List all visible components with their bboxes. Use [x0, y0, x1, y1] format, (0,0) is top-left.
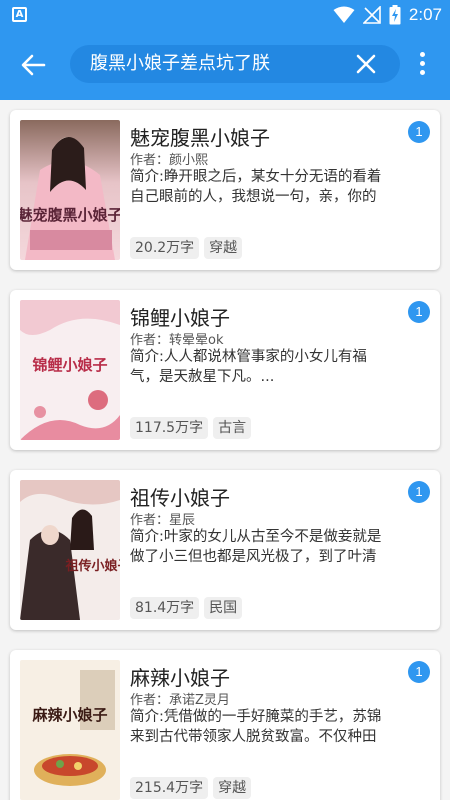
update-badge: 1	[408, 301, 430, 323]
book-author: 作者：颜小熙	[130, 153, 209, 168]
cover-title: 魅宠腹黑小娘子	[20, 206, 120, 224]
book-card[interactable]: 魅宠腹黑小娘子 魅宠腹黑小娘子 作者：颜小熙 简介:睁开眼之后，某女十分无语的看…	[10, 110, 440, 270]
tag-row: 81.4万字 民国	[130, 597, 247, 619]
search-input[interactable]: 腹黑小娘子差点坑了朕	[90, 45, 270, 83]
book-intro: 简介:睁开眼之后，某女十分无语的看着自己眼前的人，我想说一句，亲，你的	[130, 169, 382, 205]
book-intro: 简介:叶家的女儿从古至今不是做妾就是做了小三但也都是风光极了，到了叶清	[130, 529, 382, 565]
update-badge: 1	[408, 121, 430, 143]
cover-title: 麻辣小娘子	[31, 706, 107, 724]
book-cover[interactable]: 麻辣小娘子	[20, 660, 120, 800]
status-time: 2:07	[408, 5, 442, 24]
book-cover[interactable]: 锦鲤小娘子	[20, 300, 120, 440]
toolbar: 腹黑小娘子差点坑了朕	[0, 30, 450, 100]
book-intro: 简介:人人都说林管事家的小女儿有福气，是天赦星下凡。...	[130, 349, 367, 385]
status-bar: A 2:07	[0, 0, 450, 30]
close-icon	[356, 54, 376, 74]
book-title: 麻辣小娘子	[130, 666, 230, 690]
book-card[interactable]: 祖传小娘子 祖传小娘子 作者：星辰 简介:叶家的女儿从古至今不是做妾就是做了小三…	[10, 470, 440, 630]
tag-row: 215.4万字 穿越	[130, 777, 256, 799]
cover-title: 锦鲤小娘子	[32, 356, 107, 374]
book-author: 作者：星辰	[130, 513, 196, 528]
arrow-left-icon	[21, 54, 46, 76]
status-icons: 2:07	[333, 4, 442, 26]
genre-tag: 古言	[213, 417, 252, 439]
wifi-icon	[333, 6, 355, 23]
search-box[interactable]: 腹黑小娘子差点坑了朕	[70, 45, 400, 83]
genre-tag: 穿越	[213, 777, 252, 799]
tag-row: 117.5万字 古言	[130, 417, 256, 439]
app-notification-icon: A	[12, 7, 27, 22]
genre-tag: 穿越	[204, 237, 243, 259]
battery-charging-icon	[389, 5, 401, 25]
book-card[interactable]: 锦鲤小娘子 锦鲤小娘子 作者：转晕晕ok 简介:人人都说林管事家的小女儿有福气，…	[10, 290, 440, 450]
book-cover[interactable]: 祖传小娘子	[20, 480, 120, 620]
book-author: 作者：转晕晕ok	[130, 333, 224, 348]
back-button[interactable]	[18, 50, 50, 80]
cover-title: 祖传小娘子	[64, 558, 120, 574]
update-badge: 1	[408, 661, 430, 683]
word-count-tag: 215.4万字	[130, 777, 209, 799]
book-cover[interactable]: 魅宠腹黑小娘子	[20, 120, 120, 260]
more-vert-icon	[419, 52, 425, 57]
clear-search-button[interactable]	[356, 54, 376, 74]
no-signal-icon	[362, 6, 381, 24]
book-title: 锦鲤小娘子	[130, 306, 230, 330]
more-options-button[interactable]	[414, 50, 430, 80]
book-author: 作者：承诺Z灵月	[130, 693, 230, 708]
book-card[interactable]: 麻辣小娘子 麻辣小娘子 作者：承诺Z灵月 简介:凭借做的一手好腌菜的手艺，苏锦来…	[10, 650, 440, 800]
word-count-tag: 117.5万字	[130, 417, 209, 439]
book-title: 祖传小娘子	[130, 486, 230, 510]
book-title: 魅宠腹黑小娘子	[130, 126, 270, 150]
update-badge: 1	[408, 481, 430, 503]
tag-row: 20.2万字 穿越	[130, 237, 247, 259]
word-count-tag: 81.4万字	[130, 597, 200, 619]
genre-tag: 民国	[204, 597, 243, 619]
word-count-tag: 20.2万字	[130, 237, 200, 259]
book-intro: 简介:凭借做的一手好腌菜的手艺，苏锦来到古代带领家人脱贫致富。不仅种田	[130, 709, 382, 745]
